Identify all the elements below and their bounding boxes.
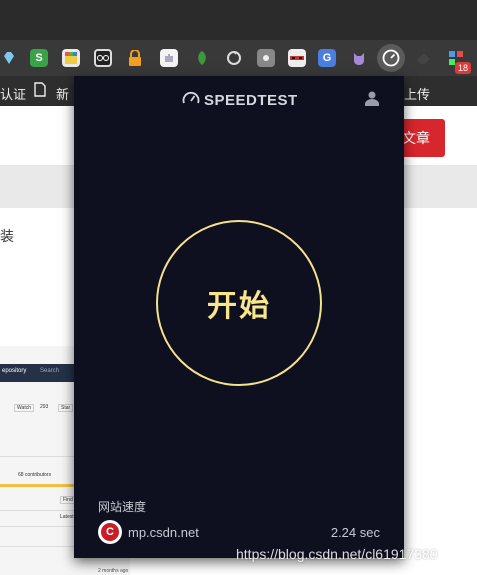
speedtest-icon[interactable] — [382, 49, 400, 67]
leaf-icon[interactable] — [193, 49, 211, 67]
bookmark-item-upload[interactable]: 上传 — [404, 84, 430, 103]
bookmark-item-new[interactable]: 新 — [56, 84, 69, 103]
refresh-icon[interactable] — [225, 49, 243, 67]
eraser-icon[interactable] — [415, 49, 433, 67]
start-test-label: 开始 — [207, 290, 271, 323]
speedtest-logo-text: SPEEDTEST — [204, 91, 298, 109]
csdn-icon: C — [98, 520, 122, 544]
thumbnail-latest: Latest — [60, 514, 74, 520]
cat-icon[interactable] — [350, 49, 368, 67]
s-icon[interactable]: S — [30, 49, 48, 67]
gem-icon[interactable] — [0, 49, 18, 67]
palette-icon[interactable] — [62, 49, 80, 67]
site-speed-heading: 网站速度 — [98, 500, 147, 514]
screen: S G 18 认证 新 上传 文章 装 epository Search Wat… — [0, 0, 477, 575]
translate-icon[interactable]: G — [318, 49, 336, 67]
csdn-icon-letter: C — [101, 523, 119, 541]
thumbnail-watch: Watch — [14, 404, 34, 412]
page-text-snippet: 装 — [0, 228, 14, 244]
thumbnail-time: 2 months ago — [98, 568, 129, 574]
user-icon[interactable] — [364, 90, 380, 106]
mask-icon[interactable] — [288, 49, 306, 67]
publish-article-label: 文章 — [402, 130, 430, 146]
puzzle-icon[interactable] — [160, 49, 178, 67]
site-speed-row: C mp.csdn.net 2.24 sec — [98, 520, 380, 544]
lock-icon[interactable] — [126, 49, 144, 67]
speedtest-logo: SPEEDTEST — [182, 90, 298, 110]
title-bar — [0, 0, 477, 40]
extension-badge: 18 — [454, 62, 471, 74]
speedometer-icon — [182, 90, 200, 111]
gear-icon[interactable] — [257, 49, 275, 67]
binoculars-icon[interactable] — [94, 49, 112, 67]
document-icon — [34, 82, 46, 100]
watermark: https://blog.csdn.net/cl61917380 — [236, 546, 438, 562]
thumbnail-repo-label: epository — [2, 368, 27, 374]
thumbnail-star: Star — [58, 404, 74, 412]
thumbnail-contributors: 68 contributors — [18, 472, 52, 478]
thumbnail-watch-count: 293 — [40, 404, 49, 410]
thumbnail-search-label: Search — [40, 368, 60, 374]
site-load-time: 2.24 sec — [330, 524, 380, 540]
speedtest-popup: SPEEDTEST 开始 网站速度 C mp.csdn.net 2.24 sec — [74, 76, 404, 558]
grid-icon[interactable]: 18 — [447, 49, 471, 74]
site-host: mp.csdn.net — [128, 524, 199, 540]
bookmark-item[interactable]: 认证 — [0, 84, 26, 103]
start-test-button[interactable]: 开始 — [156, 220, 322, 386]
